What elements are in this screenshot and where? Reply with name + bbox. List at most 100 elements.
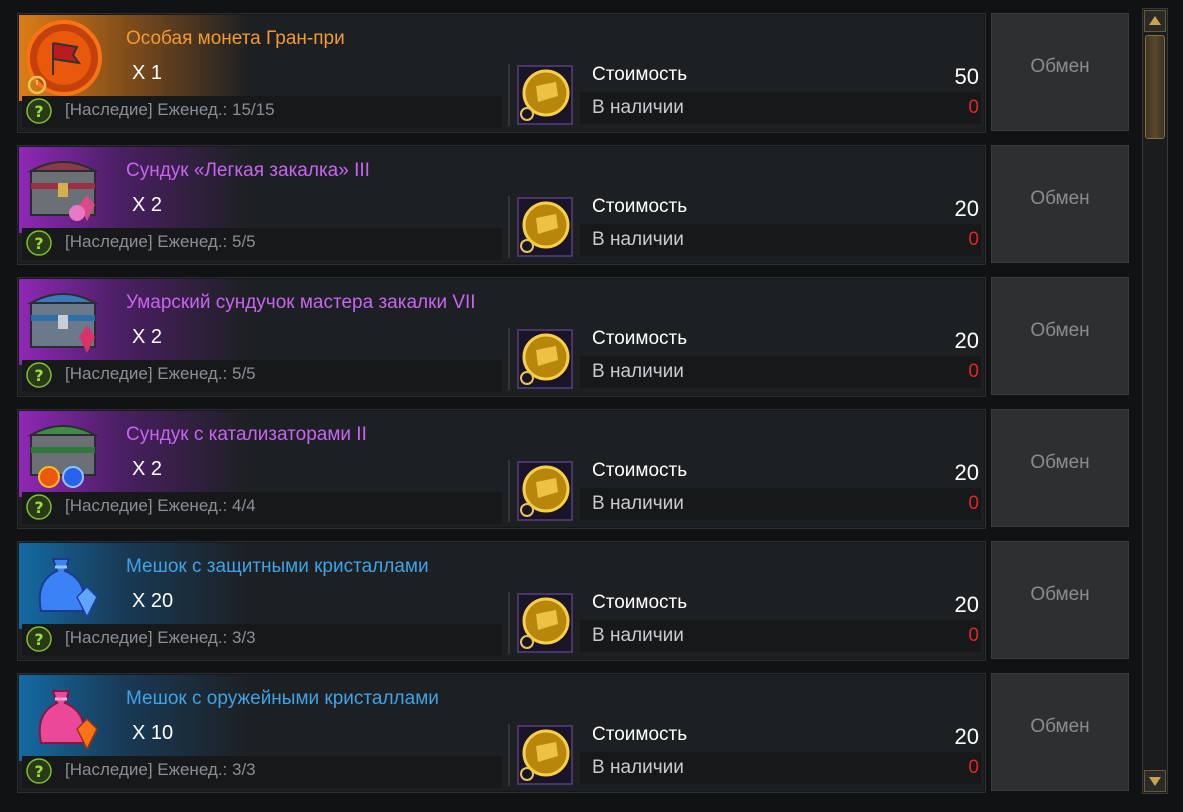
item-name: Сундук с катализаторами II [126,424,367,445]
cost-label: Стоимость [592,64,688,85]
item-name: Мешок с оружейными кристаллами [126,688,439,709]
exchange-button-label: Обмен [1030,452,1090,473]
item-panel: Умарский сундучок мастера закалки VII X … [17,277,986,397]
weekly-limit: [Наследие] Еженед.: 3/3 [65,760,256,779]
item-name: Мешок с защитными кристаллами [126,556,429,577]
arrow-down-icon [1149,777,1161,786]
divider [508,460,510,522]
exchange-button[interactable]: Обмен [991,277,1129,395]
scroll-up-button[interactable] [1144,10,1166,32]
currency-coin-icon[interactable] [516,196,574,258]
cost-value: 20 [954,328,979,353]
question-icon[interactable]: ? [26,362,52,388]
scroll-down-button[interactable] [1144,770,1166,792]
list-item: Умарский сундучок мастера закалки VII X … [17,277,1131,397]
available-value: 0 [968,493,979,514]
bag-icon[interactable] [23,677,105,759]
svg-text:?: ? [34,102,43,121]
exchange-button-label: Обмен [1030,56,1090,77]
question-icon[interactable]: ? [26,230,52,256]
cost-value: 50 [954,64,979,89]
currency-coin-icon[interactable] [516,592,574,654]
available-label: В наличии [592,361,684,382]
cost-label: Стоимость [592,328,688,349]
currency-coin-icon[interactable] [516,64,574,126]
available-value: 0 [968,625,979,646]
available-value: 0 [968,361,979,382]
divider [508,724,510,786]
available-label: В наличии [592,229,684,250]
weekly-limit: [Наследие] Еженед.: 5/5 [65,232,256,251]
weekly-limit: [Наследие] Еженед.: 3/3 [65,628,256,647]
shop-list: Особая монета Гран-при X 1 ? [Наследие] … [0,0,1135,812]
exchange-button-label: Обмен [1030,188,1090,209]
item-panel: Сундук с катализаторами II X 2 ? [Наслед… [17,409,986,529]
svg-text:?: ? [34,762,43,781]
weekly-limit: [Наследие] Еженед.: 5/5 [65,364,256,383]
svg-text:?: ? [34,366,43,385]
item-quantity: X 2 [132,194,163,216]
currency-coin-icon[interactable] [516,328,574,390]
item-name: Особая монета Гран-при [126,28,345,49]
item-panel: Мешок с оружейными кристаллами X 10 ? [Н… [17,673,986,793]
list-item: Особая монета Гран-при X 1 ? [Наследие] … [17,13,1131,133]
item-name: Умарский сундучок мастера закалки VII [126,292,476,313]
available-label: В наличии [592,625,684,646]
cost-value: 20 [954,460,979,485]
cost-value: 20 [954,592,979,617]
cost-label: Стоимость [592,724,688,745]
divider [508,328,510,390]
chest-icon[interactable] [23,149,105,231]
grand-prix-coin-icon[interactable] [23,17,105,99]
exchange-button-label: Обмен [1030,320,1090,341]
cost-value: 20 [954,196,979,221]
divider [508,64,510,126]
arrow-up-icon [1149,16,1161,25]
divider [508,196,510,258]
exchange-button[interactable]: Обмен [991,541,1129,659]
question-icon[interactable]: ? [26,758,52,784]
list-item: Сундук с катализаторами II X 2 ? [Наслед… [17,409,1131,529]
exchange-button[interactable]: Обмен [991,145,1129,263]
available-label: В наличии [592,757,684,778]
cost-label: Стоимость [592,460,688,481]
chest-icon[interactable] [23,281,105,363]
svg-text:?: ? [34,498,43,517]
available-label: В наличии [592,493,684,514]
available-label: В наличии [592,97,684,118]
exchange-button[interactable]: Обмен [991,13,1129,131]
question-icon[interactable]: ? [26,626,52,652]
exchange-button[interactable]: Обмен [991,409,1129,527]
available-value: 0 [968,97,979,118]
item-name: Сундук «Легкая закалка» III [126,160,370,181]
item-quantity: X 10 [132,722,174,744]
weekly-limit: [Наследие] Еженед.: 15/15 [65,100,275,119]
divider [508,592,510,654]
svg-text:?: ? [34,630,43,649]
exchange-button-label: Обмен [1030,716,1090,737]
exchange-button-label: Обмен [1030,584,1090,605]
item-quantity: X 2 [132,326,163,348]
cost-label: Стоимость [592,592,688,613]
currency-coin-icon[interactable] [516,460,574,522]
exchange-button[interactable]: Обмен [991,673,1129,791]
item-panel: Мешок с защитными кристаллами X 20 ? [На… [17,541,986,661]
currency-coin-icon[interactable] [516,724,574,786]
available-value: 0 [968,229,979,250]
cost-label: Стоимость [592,196,688,217]
question-icon[interactable]: ? [26,494,52,520]
item-quantity: X 1 [132,62,163,84]
item-quantity: X 20 [132,590,174,612]
cost-value: 20 [954,724,979,749]
list-item: Мешок с защитными кристаллами X 20 ? [На… [17,541,1131,661]
item-panel: Особая монета Гран-при X 1 ? [Наследие] … [17,13,986,133]
svg-text:?: ? [34,234,43,253]
scrollbar-thumb[interactable] [1145,35,1165,139]
list-item: Мешок с оружейными кристаллами X 10 ? [Н… [17,673,1131,793]
chest-icon[interactable] [23,413,105,495]
item-panel: Сундук «Легкая закалка» III X 2 ? [Насле… [17,145,986,265]
bag-icon[interactable] [23,545,105,627]
available-value: 0 [968,757,979,778]
weekly-limit: [Наследие] Еженед.: 4/4 [65,496,256,515]
question-icon[interactable]: ? [26,98,52,124]
